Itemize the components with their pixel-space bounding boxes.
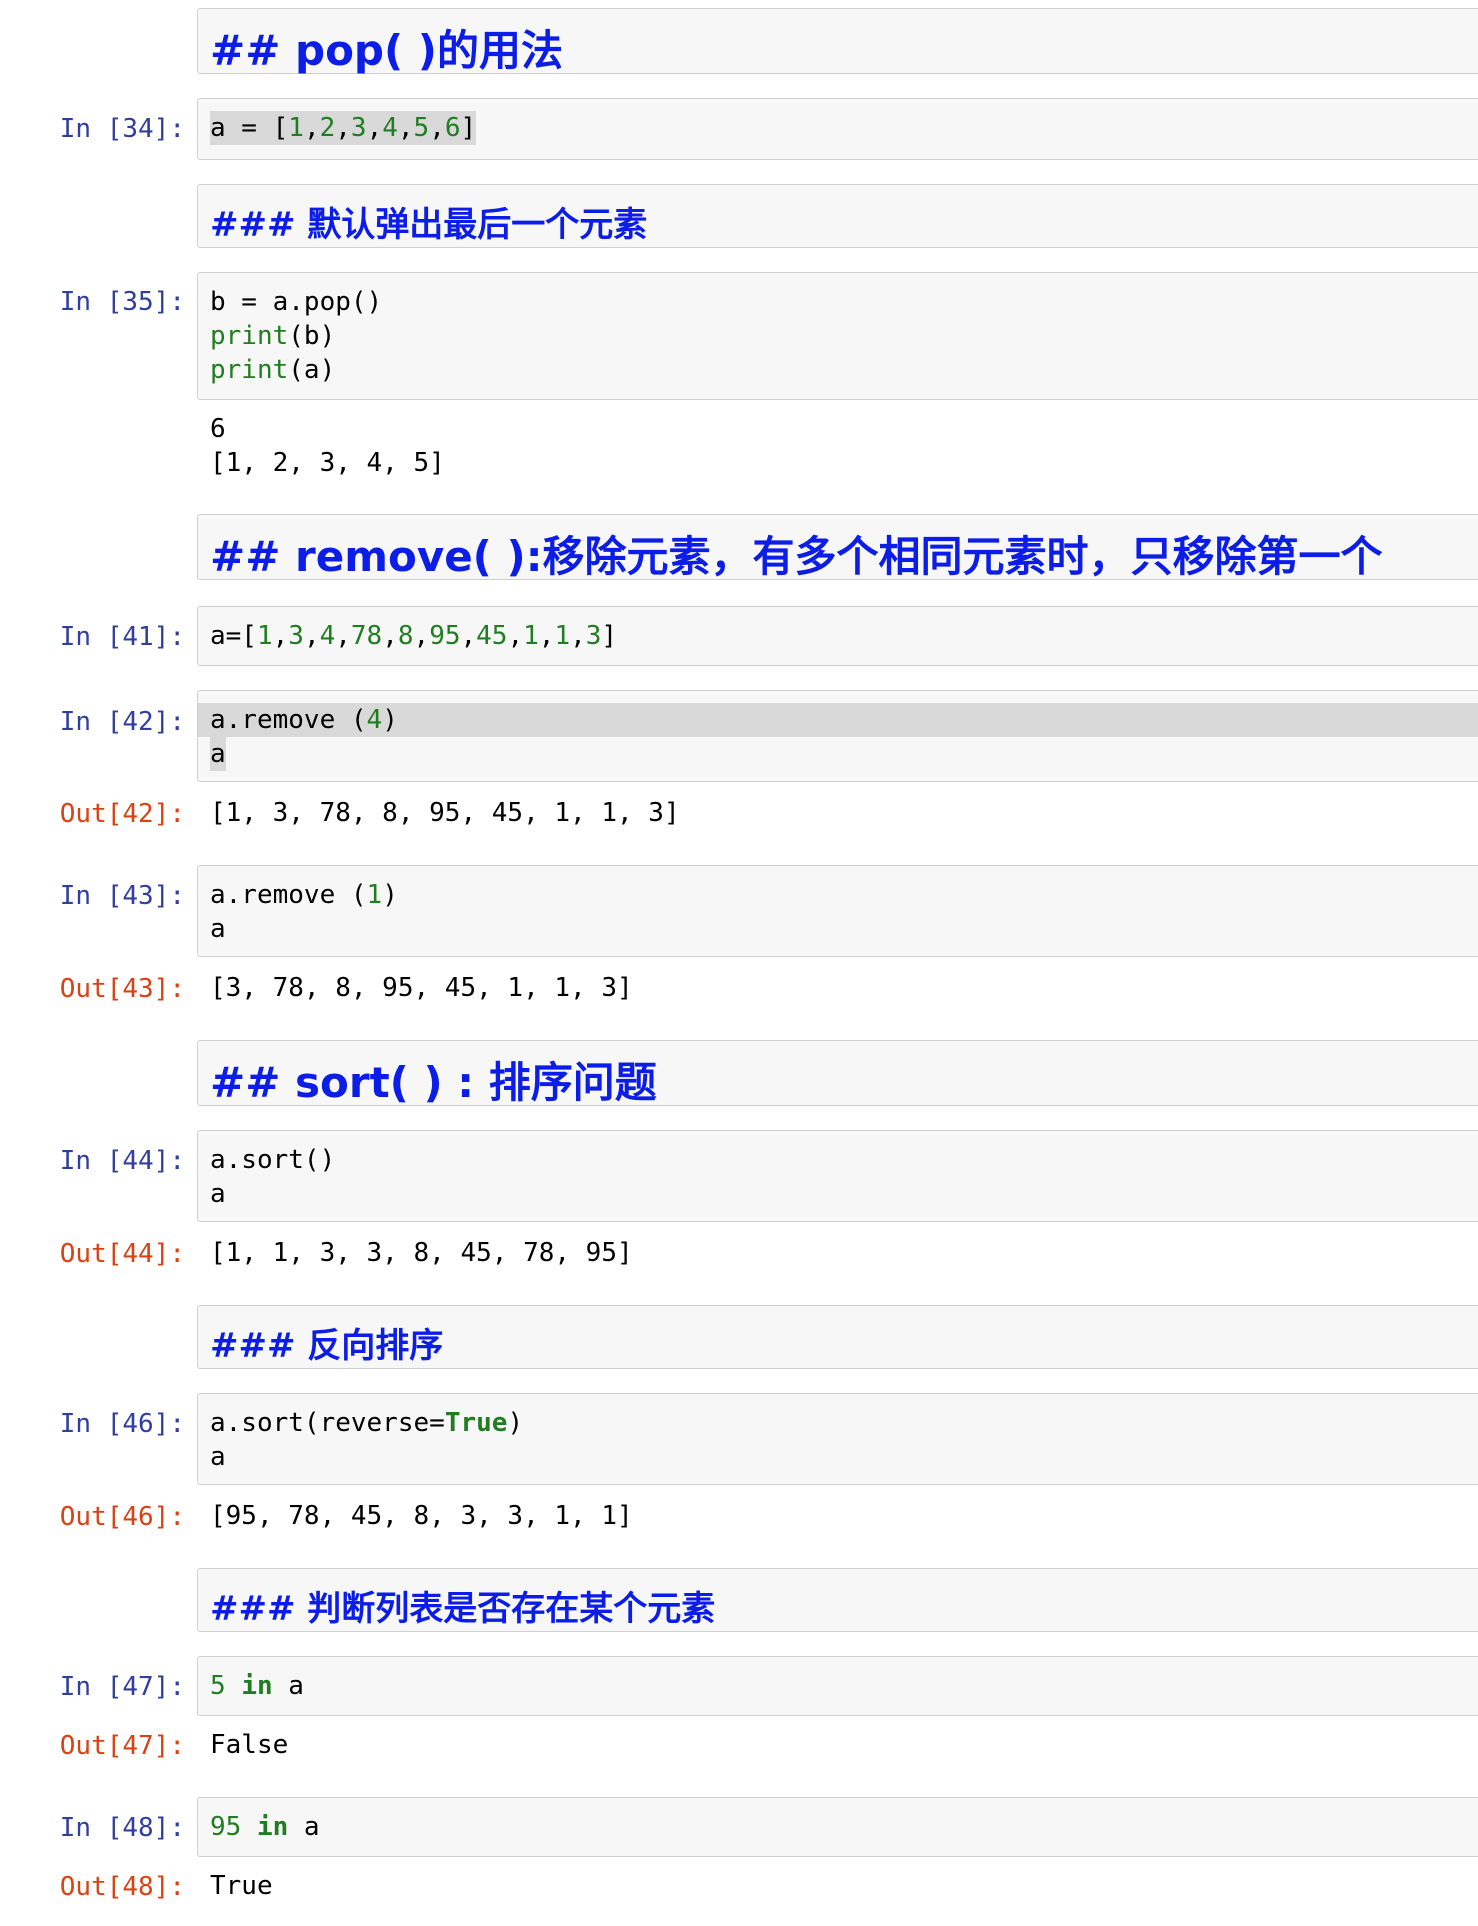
code-cell-46[interactable]: a.sort(reverse=True) a	[197, 1393, 1478, 1485]
markdown-cell-reverse-sort[interactable]: ### 反向排序	[197, 1305, 1478, 1369]
heading-membership: ### 判断列表是否存在某个元素	[210, 1589, 716, 1629]
input-prompt-46: In [46]:	[59, 1409, 185, 1439]
code-cell-44[interactable]: a.sort() a	[197, 1130, 1478, 1222]
heading-remove: ## remove( ):移除元素，有多个相同元素时，只移除第一个	[210, 532, 1383, 581]
input-prompt-48: In [48]:	[59, 1813, 185, 1843]
code-cell-42[interactable]: a.remove (4) a	[197, 690, 1478, 782]
heading-default-pop: ### 默认弹出最后一个元素	[210, 205, 648, 245]
output-43: [3, 78, 8, 95, 45, 1, 1, 3]	[210, 973, 633, 1003]
output-prompt-48: Out[48]:	[59, 1872, 185, 1902]
output-42: [1, 3, 78, 8, 95, 45, 1, 1, 3]	[210, 798, 680, 828]
output-48: True	[210, 1871, 273, 1901]
code-cell-47[interactable]: 5 in a	[197, 1656, 1478, 1716]
code-line-44-1: a.sort()	[210, 1145, 336, 1175]
input-prompt-42: In [42]:	[59, 707, 185, 737]
output-prompt-44: Out[44]:	[59, 1239, 185, 1269]
output-44: [1, 1, 3, 3, 8, 45, 78, 95]	[210, 1238, 633, 1268]
code-line-35-3: print(a)	[210, 355, 336, 385]
markdown-cell-default-pop[interactable]: ### 默认弹出最后一个元素	[197, 184, 1478, 248]
code-cell-34[interactable]: a = [1,2,3,4,5,6]	[197, 98, 1478, 160]
markdown-cell-sort-heading[interactable]: ## sort( ) : 排序问题	[197, 1040, 1478, 1107]
input-prompt-43: In [43]:	[59, 881, 185, 911]
input-prompt-35: In [35]:	[59, 287, 185, 317]
code-line-42-1: a.remove (4)	[210, 705, 398, 735]
code-line-35-2: print(b)	[210, 321, 336, 351]
input-prompt-44: In [44]:	[59, 1146, 185, 1176]
code-line-43-1: a.remove (1)	[210, 880, 398, 910]
code-cell-43[interactable]: a.remove (1) a	[197, 865, 1478, 957]
markdown-cell-membership[interactable]: ### 判断列表是否存在某个元素	[197, 1568, 1478, 1632]
stdout-35-line2: [1, 2, 3, 4, 5]	[210, 448, 445, 478]
code-line-42-2: a	[210, 737, 226, 771]
code-line-34: a = [1,2,3,4,5,6]	[210, 111, 477, 145]
code-line-35-1: b = a.pop()	[210, 287, 383, 317]
input-prompt-34: In [34]:	[59, 114, 185, 144]
heading-sort: ## sort( ) : 排序问题	[210, 1058, 657, 1107]
output-prompt-43: Out[43]:	[59, 974, 185, 1004]
output-46: [95, 78, 45, 8, 3, 3, 1, 1]	[210, 1501, 633, 1531]
code-cell-35[interactable]: b = a.pop() print(b) print(a)	[197, 272, 1478, 400]
heading-pop: ## pop( )的用法	[210, 26, 564, 75]
code-line-46-1: a.sort(reverse=True)	[210, 1408, 524, 1438]
stdout-35-line1: 6	[210, 414, 226, 444]
code-cell-41[interactable]: a=[1,3,4,78,8,95,45,1,1,3]	[197, 606, 1478, 666]
code-line-47: 5 in a	[210, 1671, 304, 1701]
output-prompt-47: Out[47]:	[59, 1731, 185, 1761]
output-47: False	[210, 1730, 289, 1760]
code-cell-48[interactable]: 95 in a	[197, 1797, 1478, 1857]
code-line-43-2: a	[210, 914, 226, 944]
output-prompt-46: Out[46]:	[59, 1502, 185, 1532]
input-prompt-47: In [47]:	[59, 1672, 185, 1702]
input-prompt-41: In [41]:	[59, 622, 185, 652]
code-line-46-2: a	[210, 1442, 226, 1472]
markdown-cell-pop-heading[interactable]: ## pop( )的用法	[197, 8, 1478, 75]
code-line-41: a=[1,3,4,78,8,95,45,1,1,3]	[210, 621, 618, 651]
markdown-cell-remove-heading[interactable]: ## remove( ):移除元素，有多个相同元素时，只移除第一个	[197, 514, 1478, 581]
heading-reverse-sort: ### 反向排序	[210, 1326, 444, 1366]
code-line-48: 95 in a	[210, 1812, 320, 1842]
output-prompt-42: Out[42]:	[59, 799, 185, 829]
code-line-44-2: a	[210, 1179, 226, 1209]
